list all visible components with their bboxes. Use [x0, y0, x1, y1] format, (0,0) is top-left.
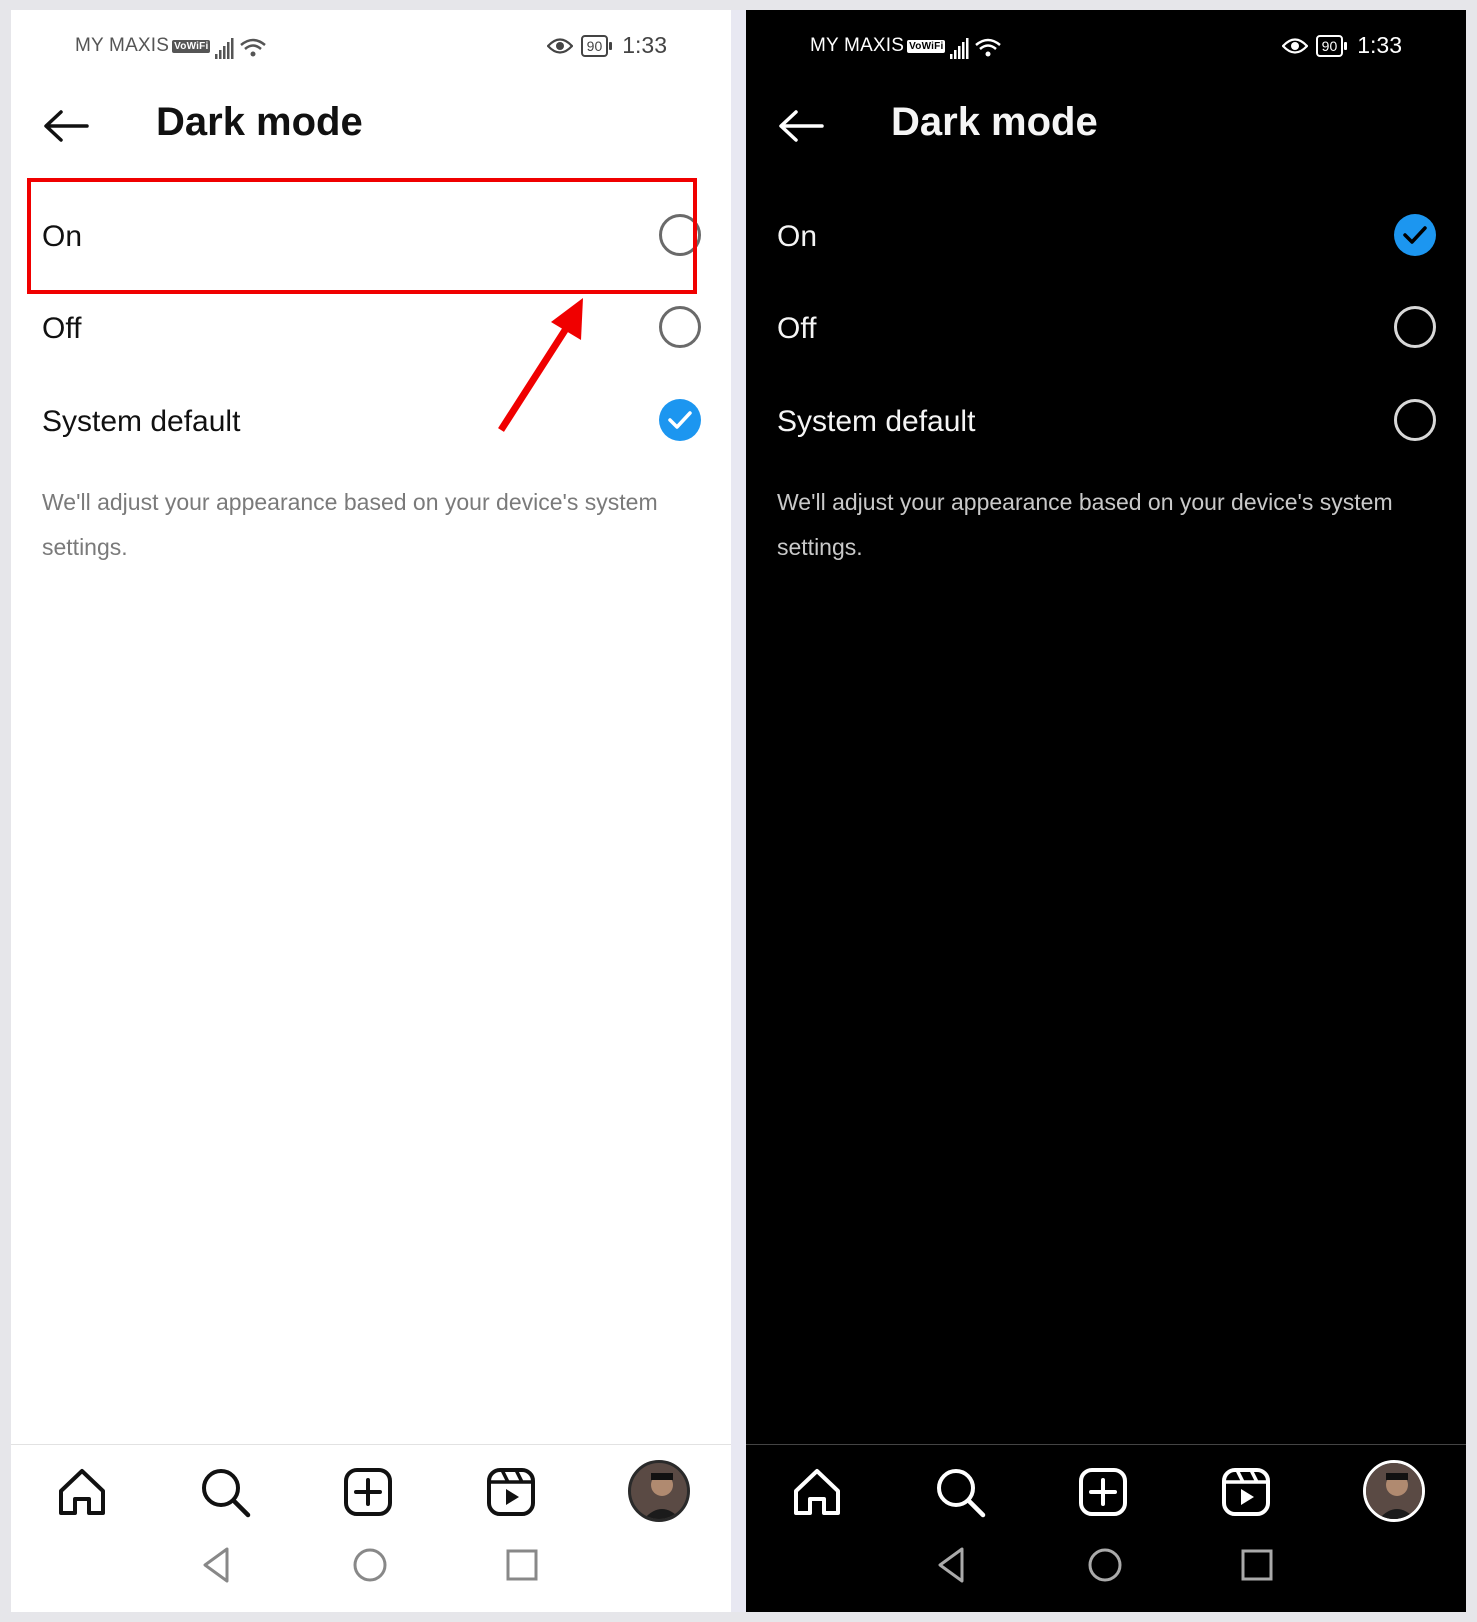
annotation-arrow — [498, 298, 583, 432]
page-title: Dark mode — [156, 100, 363, 144]
eye-icon — [546, 37, 573, 54]
create-icon[interactable] — [341, 1465, 395, 1519]
avatar-photo — [1366, 1463, 1422, 1519]
option-label: Off — [42, 312, 82, 345]
radio-button[interactable] — [1394, 399, 1436, 441]
home-circle-icon[interactable] — [1085, 1545, 1125, 1585]
radio-button[interactable] — [659, 306, 701, 348]
battery-indicator: 90 — [580, 34, 612, 57]
checkmark-icon — [1403, 226, 1427, 244]
clock: 1:33 — [1357, 32, 1402, 58]
clock: 1:33 — [622, 32, 667, 58]
status-bar: MY MAXIS VoWiFi 90 1:33 — [746, 22, 1466, 70]
carrier-label: MY MAXIS VoWiFi — [810, 35, 946, 56]
back-arrow-icon[interactable] — [776, 106, 826, 146]
back-triangle-icon[interactable] — [197, 1545, 237, 1585]
profile-avatar[interactable] — [628, 1460, 690, 1522]
recents-square-icon[interactable] — [1237, 1545, 1277, 1585]
search-icon[interactable] — [198, 1465, 252, 1519]
option-label: Off — [777, 312, 817, 345]
bottom-navigation — [11, 1444, 731, 1612]
create-icon[interactable] — [1076, 1465, 1130, 1519]
option-label: System default — [42, 405, 241, 438]
radio-button-selected[interactable] — [659, 399, 701, 441]
description-text: We'll adjust your appearance based on yo… — [777, 489, 1393, 560]
panel-divider — [731, 10, 746, 1612]
option-label: On — [777, 220, 818, 253]
option-system-default[interactable]: System default — [41, 385, 701, 465]
header: Dark mode — [746, 90, 1466, 160]
bottom-navigation — [746, 1444, 1466, 1612]
eye-icon — [1281, 37, 1308, 54]
home-circle-icon[interactable] — [350, 1545, 390, 1585]
vowifi-badge: VoWiFi — [907, 40, 946, 53]
carrier-label: MY MAXIS VoWiFi — [75, 35, 211, 56]
back-triangle-icon[interactable] — [932, 1545, 972, 1585]
checkmark-icon — [668, 411, 692, 429]
option-label: System default — [777, 405, 976, 438]
signal-wifi-icon — [950, 38, 1001, 59]
option-off[interactable]: Off — [776, 292, 1436, 372]
home-icon[interactable] — [790, 1465, 844, 1519]
avatar-photo — [631, 1463, 687, 1519]
option-system-default[interactable]: System default — [776, 385, 1436, 465]
reels-icon[interactable] — [1219, 1465, 1273, 1519]
battery-indicator: 90 — [1315, 34, 1347, 57]
status-right: 90 1:33 — [1281, 32, 1402, 59]
recents-square-icon[interactable] — [502, 1545, 542, 1585]
page-title: Dark mode — [891, 100, 1098, 144]
signal-wifi-icon — [215, 38, 266, 59]
dark-mode-screen: MY MAXIS VoWiFi 90 1:33 Dark mode On Off … — [746, 10, 1466, 1612]
profile-avatar[interactable] — [1363, 1460, 1425, 1522]
status-right: 90 1:33 — [546, 32, 667, 59]
home-icon[interactable] — [55, 1465, 109, 1519]
option-on[interactable]: On — [776, 200, 1436, 280]
radio-button[interactable] — [1394, 306, 1436, 348]
header: Dark mode — [11, 90, 731, 160]
description-text: We'll adjust your appearance based on yo… — [42, 489, 658, 560]
highlight-box — [27, 178, 697, 294]
search-icon[interactable] — [933, 1465, 987, 1519]
vowifi-badge: VoWiFi — [172, 40, 211, 53]
radio-button-selected[interactable] — [1394, 214, 1436, 256]
option-off[interactable]: Off — [41, 292, 701, 372]
light-mode-screen: MY MAXIS VoWiFi 90 1:33 Dark mode On Off … — [11, 10, 731, 1612]
back-arrow-icon[interactable] — [41, 106, 91, 146]
reels-icon[interactable] — [484, 1465, 538, 1519]
status-bar: MY MAXIS VoWiFi 90 1:33 — [11, 22, 731, 70]
